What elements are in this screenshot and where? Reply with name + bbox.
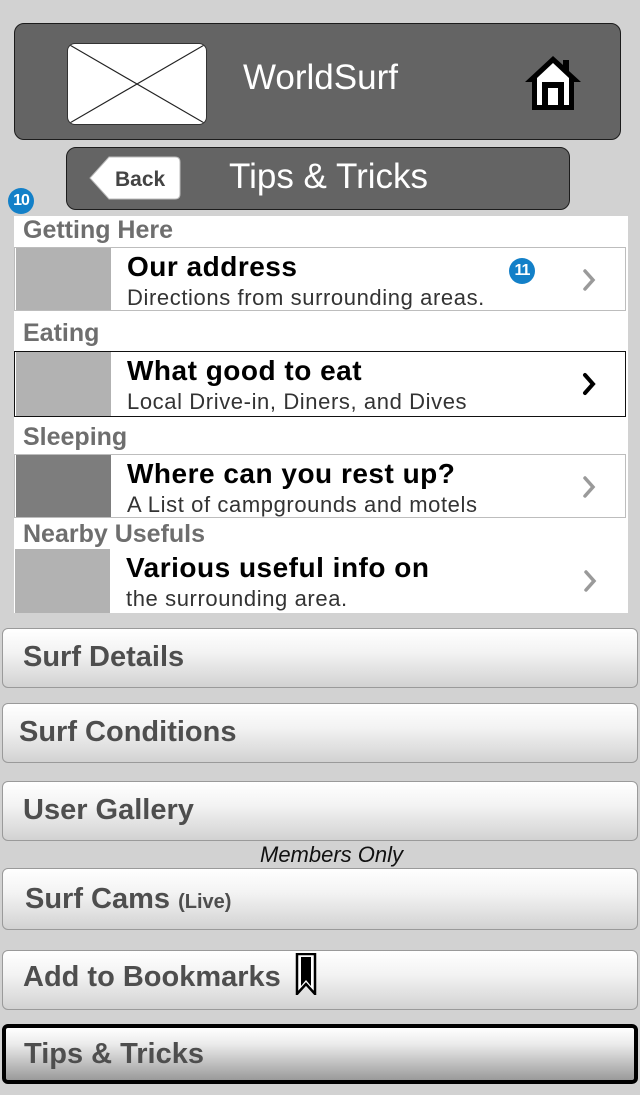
row-subtitle: the surrounding area. [126,586,348,611]
chevron-right-icon [583,476,596,498]
menu-label: Tips & Tricks [24,1038,204,1070]
members-only-note: Members Only [260,842,404,867]
page-title: Tips & Tricks [229,157,428,196]
user-gallery-button[interactable]: User Gallery [2,781,638,841]
app-title: WorldSurf [243,58,398,97]
menu-label: Add to Bookmarks [23,953,317,996]
row-thumbnail [16,455,111,517]
row-thumbnail [15,549,110,613]
section-heading-sleeping: Sleeping [23,423,128,451]
surf-cams-label: Surf Cams [25,883,171,915]
row-thumbnail [16,248,111,310]
annotation-badge: 10 [8,188,34,214]
row-subtitle: Directions from surrounding areas. [127,285,485,310]
surf-conditions-button[interactable]: Surf Conditions [2,703,638,763]
section-heading-eating: Eating [23,319,100,347]
page-subheader: Back Tips & Tricks [66,147,570,210]
app-header: WorldSurf [14,23,621,140]
surf-cams-button[interactable]: Surf Cams (Live) [2,868,638,930]
back-label: Back [115,168,166,191]
row-title: Where can you rest up? [127,458,456,489]
row-title: Various useful info on [126,552,430,583]
list-item-our-address[interactable]: Our address Directions from surrounding … [14,247,626,311]
add-bookmarks-label: Add to Bookmarks [23,961,281,993]
list-item-useful-info[interactable]: Various useful info on the surrounding a… [14,549,626,613]
list-item-rest-up[interactable]: Where can you rest up? A List of campgro… [14,454,626,518]
surf-details-button[interactable]: Surf Details [2,628,638,688]
home-icon[interactable] [523,54,583,112]
surf-cams-live-note: (Live) [178,891,232,913]
tips-tricks-button[interactable]: Tips & Tricks [2,1024,638,1084]
section-heading-nearby-usefuls: Nearby Usefuls [23,520,206,548]
menu-label: Surf Cams (Live) [25,883,231,916]
row-title: What good to eat [127,355,363,386]
bookmark-icon [295,953,317,996]
row-subtitle: Local Drive-in, Diners, and Dives [127,389,468,414]
add-to-bookmarks-button[interactable]: Add to Bookmarks [2,950,638,1010]
menu-label: Surf Details [23,641,185,673]
row-title: Our address [127,251,298,282]
row-thumbnail [16,352,111,416]
back-button[interactable]: Back [89,156,181,200]
section-heading-getting-here: Getting Here [23,216,174,244]
annotation-badge: 11 [509,258,535,284]
tips-list: Getting Here Our address Directions from… [14,216,628,613]
menu-label: Surf Conditions [19,716,237,748]
chevron-right-icon [583,373,596,395]
chevron-right-icon [584,570,597,592]
logo-placeholder-image [67,43,207,125]
chevron-right-icon [583,269,596,291]
row-subtitle: A List of campgrounds and motels [127,492,478,517]
list-item-what-good-to-eat[interactable]: What good to eat Local Drive-in, Diners,… [14,351,626,417]
image-placeholder-icon [68,44,206,124]
menu-label: User Gallery [23,794,194,826]
